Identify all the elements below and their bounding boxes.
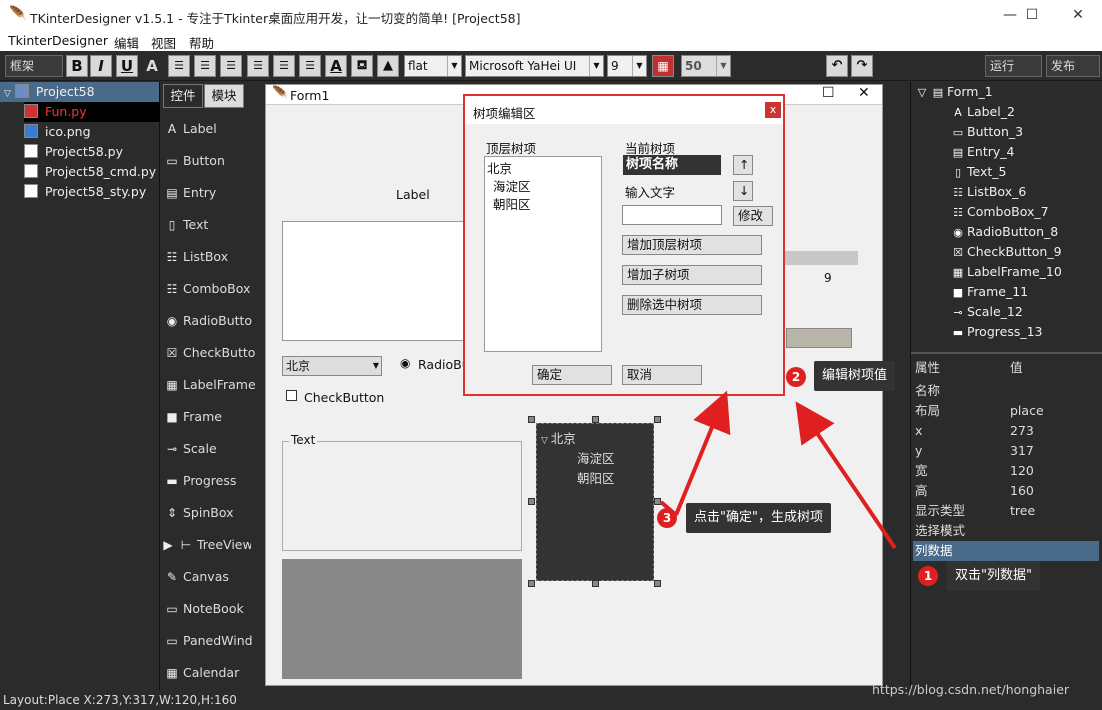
- step-badge: 1: [918, 566, 938, 586]
- callout-step1: 双击"列数据": [947, 561, 1040, 591]
- callout-step2: 编辑树项值: [814, 361, 896, 391]
- step-badge: 2: [786, 367, 806, 387]
- step-badge: 3: [657, 508, 677, 528]
- callout-step3: 点击"确定"，生成树项: [686, 503, 831, 533]
- annotation-arrows: [659, 390, 897, 550]
- arrow-to-ok: [674, 390, 731, 516]
